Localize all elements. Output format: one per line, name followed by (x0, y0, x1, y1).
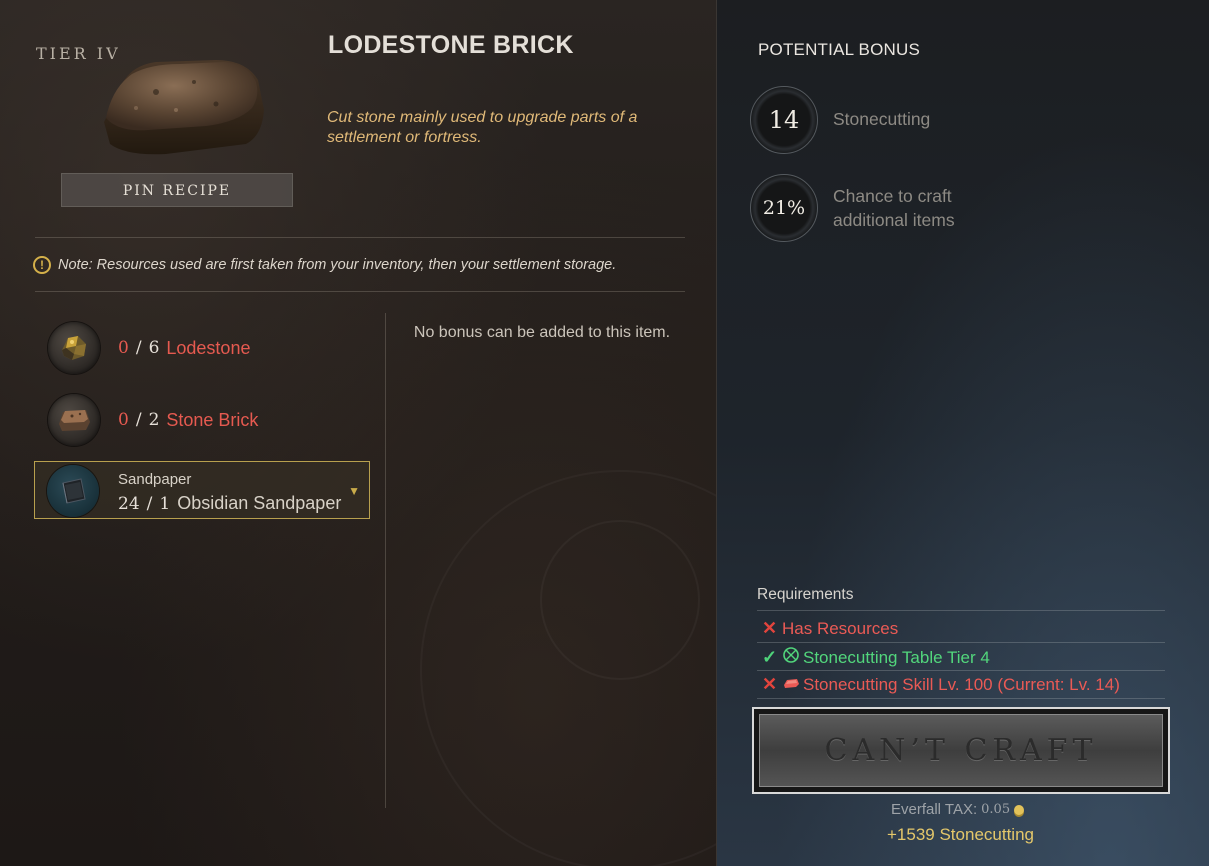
check-icon: ✓ (762, 647, 778, 667)
count-separator: / (135, 338, 142, 358)
craft-button-label: CAN’T CRAFT (759, 714, 1163, 787)
sandpaper-have: 24 (118, 493, 140, 514)
requirement-station: ✓ Stonecutting Table Tier 4 (762, 646, 990, 669)
column-divider (385, 313, 386, 808)
skill-brick-icon (782, 675, 800, 695)
stone-brick-name: Stone Brick (166, 409, 259, 430)
divider (35, 291, 685, 292)
requirement-text: Stonecutting Table Tier 4 (803, 647, 990, 667)
stone-brick-icon (48, 394, 100, 446)
requirement-text: Stonecutting Skill Lv. 100 (Current: Lv.… (803, 674, 1120, 694)
tax-label: Everfall TAX: (891, 801, 978, 818)
rune-decoration-inner (540, 520, 700, 680)
x-icon: ✕ (762, 618, 778, 638)
warning-icon: ! (33, 256, 51, 274)
requirement-text: Has Resources (782, 618, 899, 638)
count-separator: / (146, 493, 153, 514)
extra-items-bonus-value: 21% (762, 197, 806, 219)
dropdown-arrow-icon: ▼ (348, 484, 360, 498)
sandpaper-need: 1 (159, 493, 171, 514)
divider (757, 642, 1165, 643)
obsidian-sandpaper-icon (47, 465, 99, 517)
stonecutting-table-icon (782, 646, 800, 669)
requirement-has-resources: ✕ Has Resources (762, 618, 898, 639)
lodestone-have: 0 (118, 338, 129, 358)
divider (35, 237, 685, 238)
item-title: LODESTONE BRICK (328, 31, 574, 59)
stone-brick-need: 2 (148, 410, 160, 430)
count-separator: / (135, 410, 142, 430)
resource-row-stone-brick[interactable]: 0 / 2 Stone Brick (48, 394, 258, 446)
lodestone-brick-icon (96, 52, 276, 177)
resource-row-lodestone[interactable]: 0 / 6 Lodestone (48, 322, 250, 374)
stone-brick-have: 0 (118, 410, 129, 430)
sandpaper-label: Sandpaper (118, 471, 192, 488)
resource-note: ! Note: Resources used are first taken f… (33, 256, 616, 274)
stonecutting-bonus-label: Stonecutting (833, 109, 931, 129)
extra-items-bonus-badge: 21% (750, 174, 818, 242)
tax-value: 0.05 (981, 802, 1011, 817)
note-text: Note: Resources used are first taken fro… (58, 257, 617, 273)
stonecutting-bonus-value: 14 (768, 106, 800, 134)
pin-recipe-button[interactable]: PIN RECIPE (61, 173, 293, 207)
x-icon: ✕ (762, 674, 778, 694)
divider (757, 698, 1165, 699)
requirement-skill-level: ✕ Stonecutting Skill Lv. 100 (Current: L… (762, 674, 1120, 695)
craft-button[interactable]: CAN’T CRAFT (752, 707, 1170, 794)
sandpaper-count: 24 / 1 Obsidian Sandpaper (118, 493, 341, 514)
tax-info: Everfall TAX: 0.05 (891, 801, 1025, 818)
coin-icon (1014, 804, 1025, 815)
xp-gain: +1539 Stonecutting (887, 825, 1034, 844)
requirements-title: Requirements (757, 586, 854, 603)
sandpaper-selector[interactable]: Sandpaper 24 / 1 Obsidian Sandpaper ▼ (34, 461, 370, 519)
stonecutting-bonus-badge: 14 (750, 86, 818, 154)
extra-items-bonus-label: Chance to craft additional items (833, 186, 955, 230)
divider (757, 670, 1165, 671)
lodestone-name: Lodestone (166, 337, 251, 358)
item-description: Cut stone mainly used to upgrade parts o… (327, 109, 638, 146)
sandpaper-name: Obsidian Sandpaper (177, 493, 342, 513)
lodestone-need: 6 (148, 338, 160, 358)
potential-bonus-title: POTENTIAL BONUS (758, 40, 921, 59)
lodestone-icon (48, 322, 100, 374)
no-bonus-message: No bonus can be added to this item. (413, 324, 671, 341)
divider (757, 610, 1165, 611)
